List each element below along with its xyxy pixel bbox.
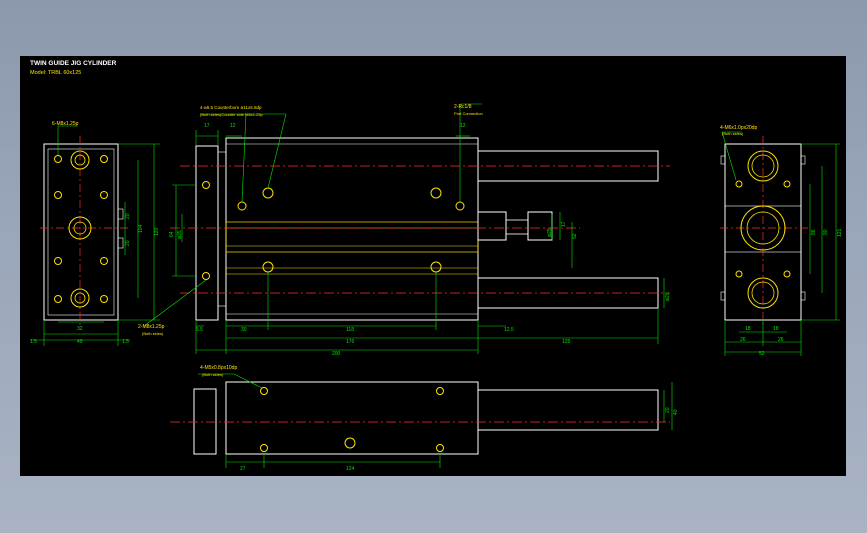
left-end-view — [40, 136, 130, 326]
dim-18-a: 18 — [745, 326, 751, 332]
dim-1.5-right: 1.5 — [122, 339, 129, 345]
dim-26-b: 26 — [778, 337, 784, 343]
dim-20-a: 20 — [125, 213, 131, 219]
note-bottom-view: 4-M5x0.8px10dp — [200, 365, 237, 371]
dim-86: 86 — [811, 229, 817, 235]
cad-drawing: TWIN GUIDE JIG CYLINDER Model: TRBL 60x1… — [30, 60, 843, 472]
dim-20-b: 20 — [125, 240, 131, 246]
dim-90: 90 — [823, 229, 829, 235]
dim-52-a: 52 — [572, 233, 578, 239]
dim-52-b: 52 — [759, 351, 765, 357]
dim-5.5: 5.5 — [196, 327, 203, 333]
cad-drawing-canvas: TWIN GUIDE JIG CYLINDER Model: TRBL 60x1… — [20, 56, 846, 476]
dim-17: 17 — [204, 123, 210, 129]
dim-1.5-left: 1.5 — [30, 339, 37, 345]
main-side-view — [170, 137, 670, 321]
dim-200: 200 — [332, 351, 341, 357]
dim-30: 30 — [241, 327, 247, 333]
left-view-dimensions — [30, 125, 160, 346]
dim-118: 118 — [346, 327, 354, 333]
drawing-title: TWIN GUIDE JIG CYLINDER — [30, 60, 117, 67]
dim-35: ø35 — [177, 230, 183, 239]
note-top-holes-2: (Both sides)Counter side M8x1.25p — [200, 112, 263, 117]
dim-25: ø25 — [547, 228, 553, 237]
note-bottom-left: 2-M8x1.25p — [138, 324, 165, 330]
note-bottom-view-sub: (Both sides) — [202, 372, 224, 377]
dim-104: 104 — [138, 224, 144, 233]
dim-26-a: 26 — [740, 337, 746, 343]
dim-17-b: 17 — [561, 221, 567, 227]
dim-20-d: 20 — [665, 407, 671, 413]
dim-27: 27 — [240, 466, 246, 472]
dim-20-c: ø20 — [665, 292, 671, 301]
dim-40: 40 — [673, 409, 679, 415]
dim-176: 176 — [346, 339, 355, 345]
dim-125: 125 — [562, 339, 571, 345]
dim-49: 49 — [77, 339, 83, 345]
dim-32: 32 — [77, 326, 83, 332]
dim-12-b: 12 — [460, 123, 466, 129]
dim-12.5: 12.5 — [504, 327, 514, 333]
drawing-model: Model: TRBL 60x125 — [30, 70, 81, 76]
dim-18-b: 18 — [773, 326, 779, 332]
note-port-2: Port Connection — [454, 111, 483, 116]
right-end-view — [720, 136, 808, 326]
dim-120: 120 — [154, 227, 160, 236]
note-port-1: 2-Rc1/8 — [454, 104, 472, 110]
dim-124: 124 — [346, 466, 355, 472]
dim-121: 121 — [837, 228, 843, 237]
note-bottom-left-sub: (Both sides) — [142, 331, 164, 336]
note-top-holes-1: 4-ø6.5 Counterbore ø11x6.5dp — [200, 105, 262, 110]
bottom-view — [170, 381, 670, 455]
note-right-top-sub: (Both sides) — [722, 131, 744, 136]
right-view-dimensions — [721, 131, 840, 356]
dim-12-a: 12 — [230, 123, 236, 129]
dim-64: 64 — [169, 231, 175, 237]
note-left-top: 6-M8x1.25p — [52, 121, 79, 127]
main-view-dimensions — [143, 103, 665, 354]
